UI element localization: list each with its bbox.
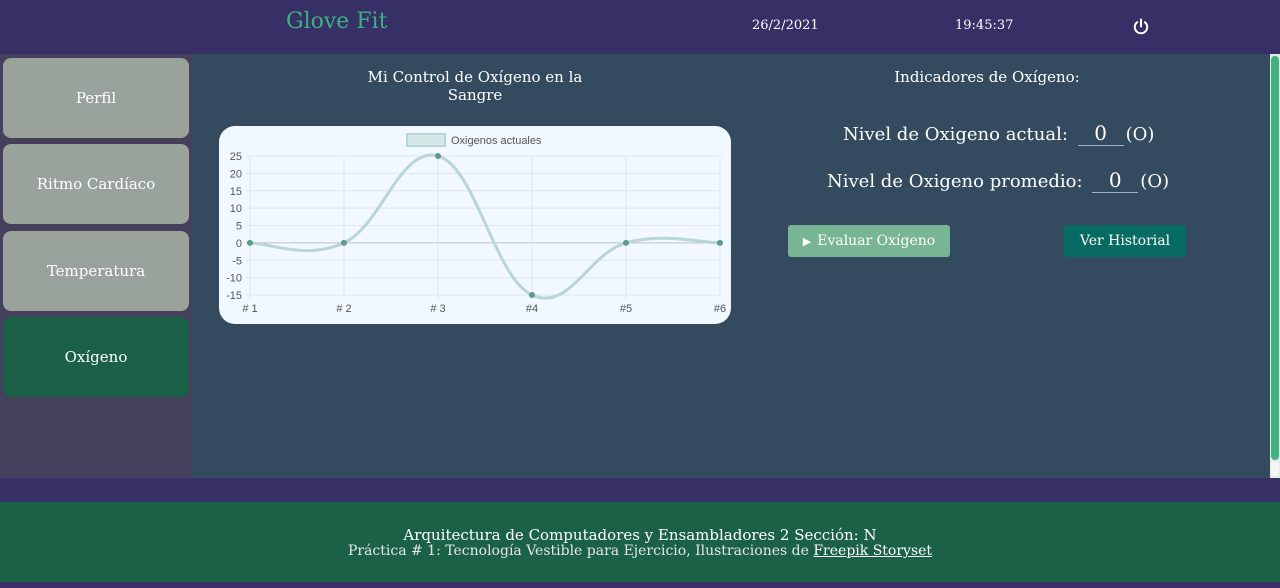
average-oxygen-unit: (O) xyxy=(1140,171,1170,192)
y-tick-label: 10 xyxy=(230,203,242,215)
average-oxygen-row: Nivel de Oxigeno promedio: 0 (O) xyxy=(827,168,1169,193)
x-tick-label: #5 xyxy=(620,303,632,315)
data-point xyxy=(247,239,253,246)
evaluate-oxygen-label: Evaluar Oxígeno xyxy=(817,233,936,249)
series-line xyxy=(249,153,721,300)
y-tick-label: 15 xyxy=(230,186,242,198)
freepik-storyset-link[interactable]: Freepik Storyset xyxy=(813,543,932,559)
main-content: Mi Control de Oxígeno en la Sangre 25 20 1… xyxy=(192,54,1270,478)
view-history-button[interactable]: Ver Historial xyxy=(1064,225,1186,257)
sidebar-item-label: Temperatura xyxy=(46,262,146,280)
x-tick-label: # 2 xyxy=(336,303,351,315)
average-oxygen-value: 0 xyxy=(1092,168,1139,193)
data-point xyxy=(341,239,347,246)
y-tick-label: 20 xyxy=(230,168,242,180)
scroll-down-arrow[interactable] xyxy=(1271,462,1279,476)
sidebar-item-perfil[interactable]: Perfil xyxy=(3,58,189,138)
view-history-label: Ver Historial xyxy=(1079,233,1171,249)
legend-label: Oxigenos actuales xyxy=(451,135,542,147)
y-tick-label: 5 xyxy=(236,221,242,233)
scrollbar-thumb[interactable] xyxy=(1271,56,1279,460)
scrollbar[interactable] xyxy=(1270,54,1280,478)
x-tick-label: #4 xyxy=(526,303,538,315)
brand-title: Glove Fit xyxy=(286,9,388,34)
chart-title: Mi Control de Oxígeno en la Sangre xyxy=(367,68,583,104)
sidebar-item-label: Perfil xyxy=(75,89,117,107)
power-icon[interactable] xyxy=(1131,17,1151,37)
sidebar-item-label: Oxígeno xyxy=(64,348,128,366)
time-display: 19:45:37 xyxy=(955,18,1014,33)
y-tick-label: -10 xyxy=(226,273,242,285)
data-point xyxy=(435,153,441,159)
data-point xyxy=(623,239,629,246)
footer: Arquitectura de Computadores y Ensamblad… xyxy=(0,502,1280,582)
evaluate-oxygen-button[interactable]: ▶ Evaluar Oxígeno xyxy=(788,225,950,257)
data-point xyxy=(717,239,723,246)
x-tick-label: # 1 xyxy=(242,303,257,315)
x-tick-label: # 3 xyxy=(430,303,445,315)
date-display: 26/2/2021 xyxy=(752,18,819,33)
sidebar-item-ritmo-cardiaco[interactable]: Ritmo Cardíaco xyxy=(3,144,189,224)
y-tick-label: 0 xyxy=(236,238,242,250)
indicators-title: Indicadores de Oxígeno: xyxy=(894,68,1080,86)
oxygen-chart-card: 25 20 15 10 5 0 -5 -10 -15 # 1 # 2 # 3 #4 #5 #6 Oxigeno… xyxy=(219,126,731,324)
footer-course: Arquitectura de Computadores y Ensamblad… xyxy=(403,526,877,544)
data-point xyxy=(529,292,535,298)
y-tick-label: 25 xyxy=(230,151,242,163)
current-oxygen-value: 0 xyxy=(1077,121,1124,146)
average-oxygen-label: Nivel de Oxigeno promedio: xyxy=(827,171,1083,192)
y-tick-label: -5 xyxy=(232,255,242,267)
current-oxygen-row: Nivel de Oxigeno actual: 0 (O) xyxy=(843,121,1154,146)
sidebar-item-label: Ritmo Cardíaco xyxy=(36,175,156,193)
legend-swatch xyxy=(406,133,446,147)
oxygen-chart: 25 20 15 10 5 0 -5 -10 -15# 1 # 2 # 3 #4 #5 #6 Oxigeno… xyxy=(226,133,726,315)
sidebar: Perfil Ritmo Cardíaco Temperatura Oxígen… xyxy=(0,54,192,478)
current-oxygen-label: Nivel de Oxigeno actual: xyxy=(843,124,1068,145)
y-tick-label: -15 xyxy=(226,290,242,302)
play-icon: ▶ xyxy=(802,234,812,248)
top-bar: Glove Fit 26/2/2021 19:45:37 xyxy=(0,0,1280,54)
footer-credits-text: Práctica # 1: Tecnología Vestible para E… xyxy=(347,543,814,559)
footer-credits: Práctica # 1: Tecnología Vestible para E… xyxy=(0,543,1280,559)
current-oxygen-unit: (O) xyxy=(1125,124,1155,145)
sidebar-item-temperatura[interactable]: Temperatura xyxy=(3,231,189,311)
sidebar-item-oxigeno[interactable]: Oxígeno xyxy=(3,317,189,397)
x-tick-label: #6 xyxy=(714,303,726,315)
